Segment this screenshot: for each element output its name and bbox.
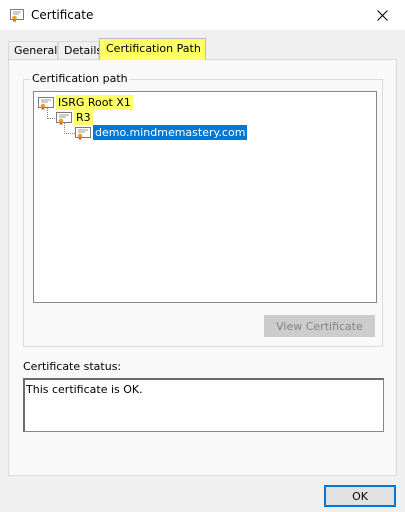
certificate-status-box[interactable]: This certificate is OK. — [23, 378, 384, 432]
view-certificate-button[interactable]: View Certificate — [264, 315, 375, 337]
window-title: Certificate — [31, 8, 94, 22]
tab-general[interactable]: General — [8, 41, 58, 59]
tree-connector — [64, 133, 75, 134]
certificate-icon — [75, 126, 91, 140]
certificate-icon — [10, 9, 24, 22]
certificate-icon — [56, 111, 72, 125]
tree-node-r3[interactable]: R3 — [56, 110, 93, 125]
tab-panel: Certification path ISRG Root X1 R3 demo.… — [8, 59, 397, 476]
tree-node-isrg-root-x1[interactable]: ISRG Root X1 — [38, 95, 133, 110]
title-bar: Certificate — [0, 0, 405, 30]
ok-button[interactable]: OK — [324, 485, 396, 507]
certificate-status-text: This certificate is OK. — [26, 383, 143, 396]
certification-path-group: Certification path ISRG Root X1 R3 demo.… — [23, 72, 383, 347]
certificate-status-label: Certificate status: — [23, 360, 122, 373]
tree-node-label: R3 — [74, 110, 93, 125]
close-button[interactable] — [359, 0, 405, 30]
group-label: Certification path — [30, 72, 130, 85]
tree-node-label: ISRG Root X1 — [56, 95, 133, 110]
certification-path-tree[interactable]: ISRG Root X1 R3 demo.mindmemastery.com — [33, 91, 377, 303]
tree-node-label: demo.mindmemastery.com — [93, 125, 248, 140]
certificate-icon — [38, 96, 54, 110]
tree-node-demo-mindmemastery[interactable]: demo.mindmemastery.com — [75, 125, 248, 140]
close-icon[interactable] — [376, 9, 388, 21]
tab-certification-path[interactable]: Certification Path — [99, 38, 206, 60]
tab-details[interactable]: Details — [58, 41, 102, 59]
